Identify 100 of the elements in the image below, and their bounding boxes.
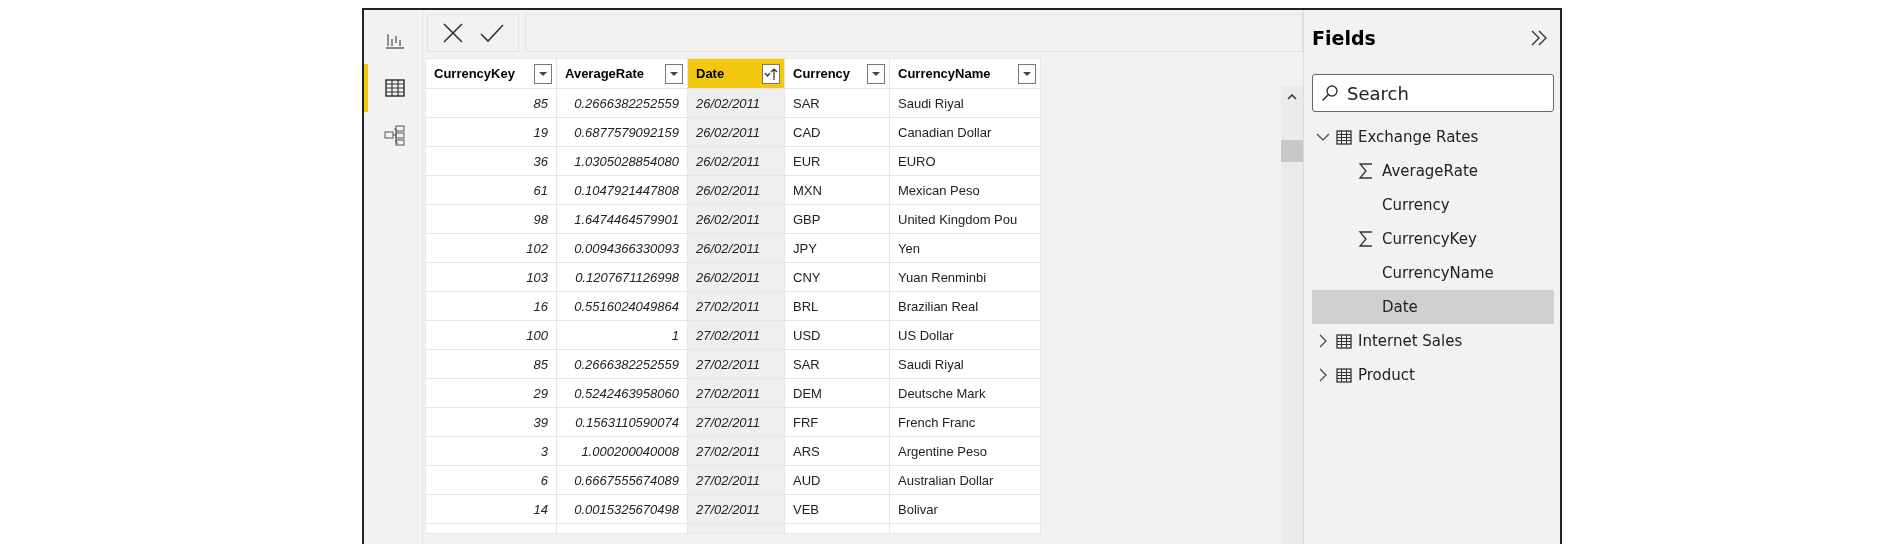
table-cell: 27/02/2011 bbox=[687, 436, 785, 466]
table-cell: Bolivar bbox=[889, 494, 1041, 524]
column-header[interactable]: CurrencyName bbox=[889, 58, 1041, 89]
table-cell: 0.5242463958060 bbox=[556, 378, 688, 408]
table-cell: 1.0305028854080 bbox=[556, 146, 688, 176]
table-cell: 0.0094366330093 bbox=[556, 233, 688, 263]
table-cell: GBP bbox=[784, 204, 890, 234]
table-cell: 27/02/2011 bbox=[687, 320, 785, 350]
scrollbar[interactable] bbox=[1281, 86, 1303, 544]
table-cell: 27/02/2011 bbox=[687, 378, 785, 408]
field-item[interactable]: CurrencyKey bbox=[1312, 222, 1554, 256]
dropdown-icon[interactable] bbox=[867, 63, 885, 84]
table-cell: BRL bbox=[784, 291, 890, 321]
table-cell: Deutsche Mark bbox=[889, 378, 1041, 408]
table-cell: 36 bbox=[425, 146, 557, 176]
column-header[interactable]: CurrencyKey bbox=[425, 58, 557, 89]
table-cell: DEM bbox=[784, 378, 890, 408]
table-cell: USD bbox=[784, 320, 890, 350]
collapse-icon[interactable] bbox=[1530, 30, 1548, 46]
table-cell: 0.0015325670498 bbox=[556, 494, 688, 524]
table-cell: 19 bbox=[425, 117, 557, 147]
field-item[interactable]: Currency bbox=[1312, 188, 1554, 222]
table-cell: 103 bbox=[425, 262, 557, 292]
table-cell: CAD bbox=[784, 117, 890, 147]
table-cell: VEB bbox=[784, 494, 890, 524]
sort-ascending-icon[interactable] bbox=[762, 63, 780, 84]
table-cell: Australian Dollar bbox=[889, 465, 1041, 495]
table-cell: Yuan Renminbi bbox=[889, 262, 1041, 292]
table-cell: 0.1207671126998 bbox=[556, 262, 688, 292]
scrollbar-thumb[interactable] bbox=[1281, 140, 1303, 162]
table-cell: Saudi Riyal bbox=[889, 88, 1041, 118]
table-cell: 26/02/2011 bbox=[687, 204, 785, 234]
table-cell: 0.6877579092159 bbox=[556, 117, 688, 147]
table-cell: CNY bbox=[784, 262, 890, 292]
table-cell: 85 bbox=[425, 88, 557, 118]
table-cell: SAR bbox=[784, 88, 890, 118]
table-cell: 26/02/2011 bbox=[687, 146, 785, 176]
table-cell: 26/02/2011 bbox=[687, 117, 785, 147]
table-cell: Canadian Dollar bbox=[889, 117, 1041, 147]
field-item[interactable]: Date bbox=[1312, 290, 1554, 324]
table-cell: 27/02/2011 bbox=[687, 349, 785, 379]
table-cell: 29 bbox=[425, 378, 557, 408]
field-item[interactable]: AverageRate bbox=[1312, 154, 1554, 188]
table-cell: 1.6474464579901 bbox=[556, 204, 688, 234]
table-cell: United Kingdom Pou bbox=[889, 204, 1041, 234]
scroll-up-icon[interactable] bbox=[1287, 94, 1297, 100]
table-cell: Yen bbox=[889, 233, 1041, 263]
table-cell: 0.5516024049864 bbox=[556, 291, 688, 321]
table-cell: ARS bbox=[784, 436, 890, 466]
table-cell: US Dollar bbox=[889, 320, 1041, 350]
table-cell: 3 bbox=[425, 436, 557, 466]
table-cell: 100 bbox=[425, 320, 557, 350]
table-cell: 27/02/2011 bbox=[687, 494, 785, 524]
column-header[interactable]: Date bbox=[687, 58, 785, 89]
field-item[interactable]: CurrencyName bbox=[1312, 256, 1554, 290]
table-cell: 85 bbox=[425, 349, 557, 379]
table-cell: 1 bbox=[556, 320, 688, 350]
dropdown-icon[interactable] bbox=[665, 63, 683, 84]
table-cell: MXN bbox=[784, 175, 890, 205]
tree-item[interactable]: Product bbox=[1312, 358, 1554, 392]
table-cell: 102 bbox=[425, 233, 557, 263]
table-cell: JPY bbox=[784, 233, 890, 263]
table-cell: French Franc bbox=[889, 407, 1041, 437]
column-header[interactable]: Currency bbox=[784, 58, 890, 89]
table-cell: FRF bbox=[784, 407, 890, 437]
search-icon bbox=[1321, 84, 1339, 102]
dropdown-icon[interactable] bbox=[534, 63, 552, 84]
table-cell: Saudi Riyal bbox=[889, 349, 1041, 379]
table-cell: AUD bbox=[784, 465, 890, 495]
table-cell: 98 bbox=[425, 204, 557, 234]
table-cell: 0.1563110590074 bbox=[556, 407, 688, 437]
table-cell: 26/02/2011 bbox=[687, 175, 785, 205]
table-icon bbox=[1336, 367, 1352, 383]
table-cell: 6 bbox=[425, 465, 557, 495]
table-cell: 0.2666382252559 bbox=[556, 349, 688, 379]
table-cell: 61 bbox=[425, 175, 557, 205]
table-cell: SAR bbox=[784, 349, 890, 379]
table-cell: 26/02/2011 bbox=[687, 88, 785, 118]
table-cell: 39 bbox=[425, 407, 557, 437]
table-cell: EUR bbox=[784, 146, 890, 176]
table-cell: 27/02/2011 bbox=[687, 407, 785, 437]
table-cell: Brazilian Real bbox=[889, 291, 1041, 321]
search-field[interactable]: Search bbox=[1312, 74, 1554, 112]
table-cell: 0.6667555674089 bbox=[556, 465, 688, 495]
table-cell: 26/02/2011 bbox=[687, 262, 785, 292]
table-cell: EURO bbox=[889, 146, 1041, 176]
table-cell: Argentine Peso bbox=[889, 436, 1041, 466]
table-icon bbox=[1336, 333, 1352, 349]
table-cell: 0.1047921447808 bbox=[556, 175, 688, 205]
tree-item[interactable]: Exchange Rates bbox=[1312, 120, 1554, 154]
table-cell: 27/02/2011 bbox=[687, 465, 785, 495]
table-cell: 14 bbox=[425, 494, 557, 524]
dropdown-icon[interactable] bbox=[1018, 63, 1036, 84]
table-cell: 27/02/2011 bbox=[687, 291, 785, 321]
table-cell: Mexican Peso bbox=[889, 175, 1041, 205]
pane-title: Fields bbox=[1312, 27, 1376, 49]
table-icon bbox=[1336, 129, 1352, 145]
column-header[interactable]: AverageRate bbox=[556, 58, 688, 89]
table-cell: 16 bbox=[425, 291, 557, 321]
tree-item[interactable]: Internet Sales bbox=[1312, 324, 1554, 358]
